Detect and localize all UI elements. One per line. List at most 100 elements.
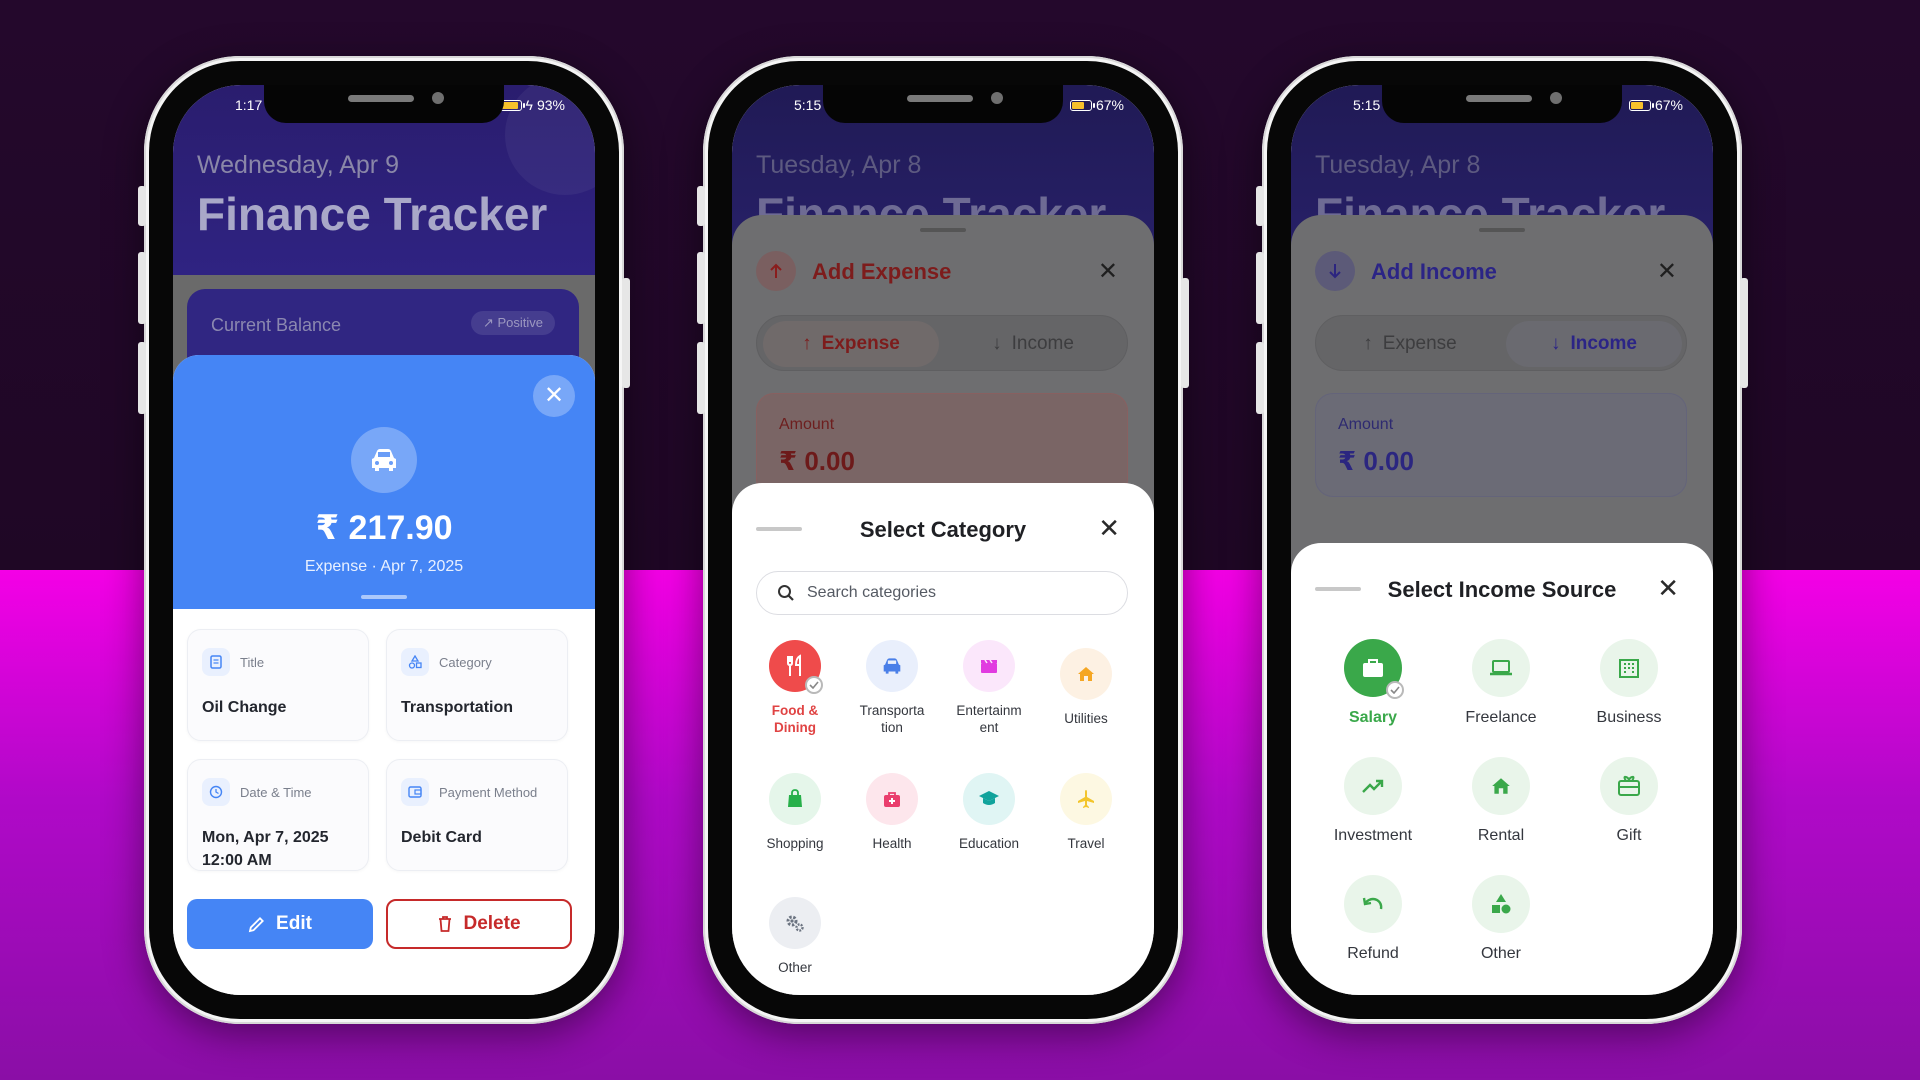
sheet-handle[interactable] (361, 595, 407, 599)
detail-date-value: Mon, Apr 7, 2025 12:00 AM (202, 829, 329, 869)
arrow-up-icon (756, 251, 796, 291)
source-business[interactable]: Business (1565, 639, 1693, 727)
source-rental[interactable]: Rental (1437, 757, 1565, 845)
category-education[interactable]: Education (941, 773, 1037, 852)
clock-icon (202, 778, 230, 806)
gears-icon (769, 897, 821, 949)
source-salary[interactable]: Salary (1309, 639, 1437, 727)
screen: 5:15 67% Tuesday, Apr 8 Finance Tracker … (732, 85, 1154, 995)
category-entertainment[interactable]: Entertainm ent (941, 640, 1037, 736)
medical-bag-icon (866, 773, 918, 825)
close-icon[interactable]: ✕ (1657, 573, 1679, 604)
detail-category-value: Transportation (401, 699, 514, 716)
source-gift[interactable]: Gift (1565, 757, 1693, 845)
amount-field[interactable]: Amount ₹ 0.00 (756, 393, 1128, 497)
status-time: 5:15 (794, 97, 822, 113)
battery-level: 67% (1654, 97, 1683, 113)
transaction-amount: ₹ 217.90 (315, 509, 453, 547)
arrow-up-icon: ↑ (1363, 333, 1373, 354)
header-date: Wednesday, Apr 9 (197, 151, 399, 179)
category-utilities[interactable]: Utilities (1038, 640, 1134, 727)
category-other[interactable]: Other (747, 897, 843, 976)
home-icon (1472, 757, 1530, 815)
detail-header: ✕ ₹ 217.90 Expense · Apr 7, 2025 (173, 355, 595, 609)
arrow-down-icon (1315, 251, 1355, 291)
close-icon[interactable]: ✕ (1098, 257, 1118, 286)
phone-select-income-source: 5:15 67% Tuesday, Apr 8 Finance Tracker … (1256, 56, 1748, 1024)
screen: 1:17 ϟ 93% Wednesday, Apr 9 Finance Track… (173, 85, 595, 995)
app-title: Finance Tracker (197, 188, 548, 240)
detail-payment-value: Debit Card (401, 829, 482, 846)
category-shopping[interactable]: Shopping (747, 773, 843, 852)
amount-label: Amount (779, 416, 835, 433)
tab-expense[interactable]: ↑ Expense (1322, 321, 1498, 367)
close-icon[interactable]: ✕ (1098, 513, 1120, 544)
select-category-sheet: Select Category ✕ Search categories Food… (732, 483, 1154, 995)
picker-title: Select Income Source (1387, 577, 1617, 602)
search-icon (778, 585, 794, 601)
phone-transaction-details: 1:17 ϟ 93% Wednesday, Apr 9 Finance Track… (138, 56, 630, 1024)
check-icon (805, 676, 823, 694)
arrow-down-icon: ↓ (992, 333, 1002, 354)
trend-up-icon (1344, 757, 1402, 815)
type-toggle: ↑ Expense ↓ Income (1315, 315, 1687, 371)
notch (264, 85, 504, 123)
sheet-title: Add Expense (812, 259, 952, 284)
car-icon (866, 640, 918, 692)
screen: 5:15 67% Tuesday, Apr 8 Finance Tracker … (1291, 85, 1713, 995)
delete-button[interactable]: Delete (386, 899, 572, 949)
gift-card-icon (1600, 757, 1658, 815)
detail-card-payment: Payment Method Debit Card (386, 759, 568, 871)
trend-up-icon: ↗ (482, 315, 498, 330)
edit-button[interactable]: Edit (187, 899, 373, 949)
arrow-down-icon: ↓ (1550, 333, 1561, 354)
battery-icon (1069, 99, 1095, 111)
search-input[interactable]: Search categories (756, 571, 1128, 615)
select-income-source-sheet: Select Income Source ✕ Salary Freelance (1291, 543, 1713, 995)
sheet-handle[interactable] (920, 228, 966, 232)
amount-field[interactable]: Amount ₹ 0.00 (1315, 393, 1687, 497)
header-date: Tuesday, Apr 8 (756, 151, 922, 179)
status-badge: ↗ Positive (470, 311, 555, 335)
category-transportation[interactable]: Transporta tion (844, 640, 940, 736)
source-refund[interactable]: Refund (1309, 875, 1437, 963)
category-health[interactable]: Health (844, 773, 940, 852)
notch (1382, 85, 1622, 123)
home-icon (1060, 648, 1112, 700)
shapes-icon (1472, 875, 1530, 933)
document-icon (202, 648, 230, 676)
category-travel[interactable]: Travel (1038, 773, 1134, 852)
tab-income[interactable]: ↓ Income (1506, 321, 1682, 367)
trash-icon (439, 916, 452, 932)
pencil-icon (248, 917, 265, 933)
category-food-dining[interactable]: Food & Dining (747, 640, 843, 736)
phone-select-category: 5:15 67% Tuesday, Apr 8 Finance Tracker … (697, 56, 1189, 1024)
undo-icon (1344, 875, 1402, 933)
briefcase-icon (1344, 639, 1404, 699)
detail-card-title: Title Oil Change (187, 629, 369, 741)
charging-icon: ϟ (525, 97, 533, 113)
sheet-title: Add Income (1371, 259, 1497, 284)
laptop-icon (1472, 639, 1530, 697)
type-toggle: ↑ Expense ↓ Income (756, 315, 1128, 371)
source-other[interactable]: Other (1437, 875, 1565, 963)
picker-title: Select Category (859, 517, 1027, 542)
car-icon (351, 427, 417, 493)
graduation-cap-icon (963, 773, 1015, 825)
battery-level: 93% (536, 97, 565, 113)
detail-title-value: Oil Change (202, 699, 287, 716)
close-icon[interactable]: ✕ (1657, 257, 1677, 286)
tab-income[interactable]: ↓ Income (945, 321, 1121, 367)
close-button[interactable]: ✕ (533, 375, 575, 417)
amount-value: ₹ 0.00 (779, 446, 855, 476)
header-date: Tuesday, Apr 8 (1315, 151, 1481, 179)
building-icon (1600, 639, 1658, 697)
amount-label: Amount (1338, 416, 1394, 433)
tab-expense[interactable]: ↑ Expense (763, 321, 939, 367)
status-time: 5:15 (1353, 97, 1381, 113)
sheet-handle[interactable] (1479, 228, 1525, 232)
source-freelance[interactable]: Freelance (1437, 639, 1565, 727)
source-investment[interactable]: Investment (1309, 757, 1437, 845)
utensils-icon (769, 640, 823, 694)
clapperboard-icon (963, 640, 1015, 692)
